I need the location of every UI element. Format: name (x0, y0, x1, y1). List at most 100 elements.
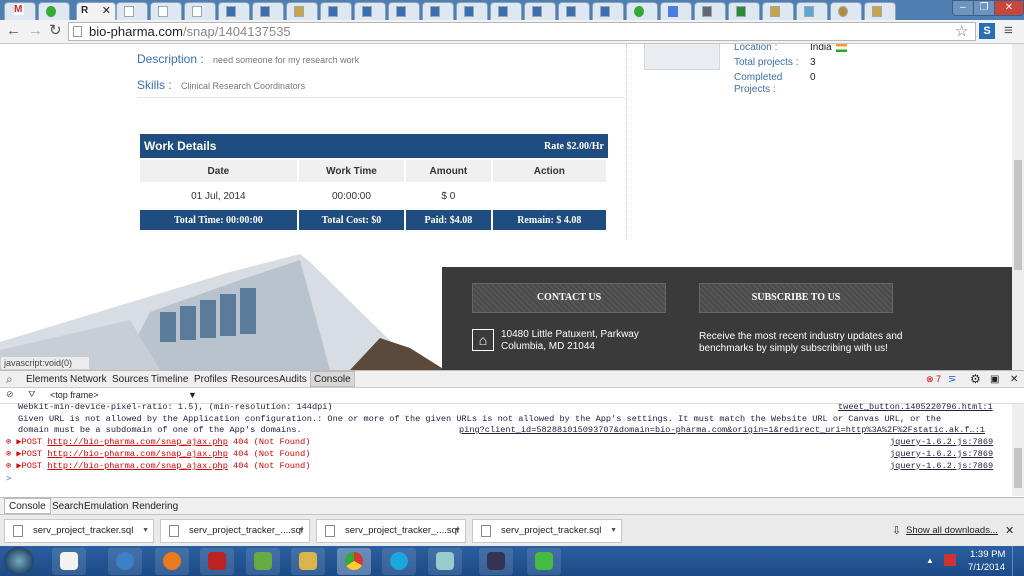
tab-green[interactable] (38, 2, 70, 20)
console-prompt[interactable]: > (0, 474, 1012, 484)
tab-elements[interactable]: Elements (26, 374, 68, 385)
source-link[interactable]: ping?client_id=582881015093707&domain=bi… (459, 425, 985, 435)
tab[interactable] (864, 2, 896, 20)
taskbar-app[interactable] (382, 548, 416, 575)
console-error-row[interactable]: ⊗ ▶POST http://bio-pharma.com/snap_ajax.… (0, 461, 1012, 471)
tab[interactable] (184, 2, 216, 20)
chevron-down-icon[interactable]: ▼ (142, 520, 149, 542)
tab[interactable] (150, 2, 182, 20)
taskbar-app[interactable] (527, 548, 561, 575)
back-icon[interactable]: ← (6, 22, 21, 39)
show-all-downloads-link[interactable]: Show all downloads... (906, 525, 998, 536)
tab[interactable] (626, 2, 658, 20)
taskbar-app[interactable] (155, 548, 189, 575)
tab[interactable] (320, 2, 352, 20)
chevron-down-icon[interactable]: ▼ (298, 520, 305, 542)
tab-active[interactable]: R ✕ (76, 2, 116, 20)
tab[interactable] (728, 2, 760, 20)
drawer-tab-search[interactable]: Search (52, 501, 84, 512)
tab[interactable] (592, 2, 624, 20)
tab[interactable] (524, 2, 556, 20)
taskbar-app[interactable] (479, 548, 513, 575)
console-error-row[interactable]: ⊗ ▶POST http://bio-pharma.com/snap_ajax.… (0, 449, 1012, 459)
contact-us-button[interactable]: CONTACT US (472, 283, 666, 313)
maximize-button[interactable]: ❐ (973, 0, 995, 16)
close-window-button[interactable]: ✕ (994, 0, 1024, 16)
close-devtools-icon[interactable]: ✕ (1010, 374, 1018, 385)
tab[interactable] (422, 2, 454, 20)
error-url[interactable]: http://bio-pharma.com/snap_ajax.php (47, 449, 228, 459)
reload-icon[interactable]: ↻ (49, 21, 62, 39)
clock-time[interactable]: 1:39 PM (970, 549, 1005, 560)
download-item[interactable]: serv_project_tracker.sql ▼ (4, 519, 154, 543)
download-item[interactable]: serv_project_tracker_....sql ▼ (160, 519, 310, 543)
tab-audits[interactable]: Audits (279, 374, 307, 385)
start-button[interactable] (4, 547, 34, 575)
chevron-down-icon[interactable]: ▼ (454, 520, 461, 542)
tab[interactable] (354, 2, 386, 20)
extension-icon[interactable]: S (979, 23, 995, 39)
drawer-tab-emulation[interactable]: Emulation (84, 501, 128, 512)
tab[interactable] (252, 2, 284, 20)
tab-gmail[interactable]: M (4, 2, 36, 20)
tab-timeline[interactable]: Timeline (151, 374, 188, 385)
taskbar-app[interactable] (291, 548, 325, 575)
search-icon[interactable]: ⌕ (6, 372, 13, 387)
tab[interactable] (694, 2, 726, 20)
drawer-tab-rendering[interactable]: Rendering (132, 501, 178, 512)
taskbar-app[interactable] (337, 548, 371, 575)
subscribe-button[interactable]: SUBSCRIBE TO US (699, 283, 893, 313)
close-download-bar-icon[interactable]: ✕ (1005, 524, 1014, 537)
tab[interactable] (796, 2, 828, 20)
page-scrollbar[interactable] (1012, 44, 1024, 370)
settings-gear-icon[interactable]: ⚙ (970, 372, 981, 386)
error-url[interactable]: http://bio-pharma.com/snap_ajax.php (47, 437, 228, 447)
minimize-button[interactable]: – (952, 0, 974, 16)
tab[interactable] (830, 2, 862, 20)
tab[interactable] (456, 2, 488, 20)
tray-flag-icon[interactable] (944, 554, 956, 566)
tab[interactable] (660, 2, 692, 20)
tab-sources[interactable]: Sources (112, 374, 149, 385)
tab[interactable] (762, 2, 794, 20)
taskbar-app[interactable] (246, 548, 280, 575)
filter-icon[interactable]: ⛛ (28, 389, 36, 400)
close-tab-icon[interactable]: ✕ (102, 4, 111, 17)
execution-context-icon[interactable]: ⋝ (948, 374, 956, 385)
drawer-tab-console[interactable]: Console (4, 498, 51, 514)
tab[interactable] (558, 2, 590, 20)
taskbar-app[interactable] (200, 548, 234, 575)
scrollbar-thumb[interactable] (1014, 160, 1022, 270)
taskbar-app[interactable] (108, 548, 142, 575)
dock-icon[interactable]: ▣ (990, 374, 999, 385)
source-link[interactable]: jquery-1.6.2.js:7869 (890, 437, 993, 447)
clear-console-icon[interactable]: ⊘ (6, 389, 14, 400)
error-count[interactable]: 7 (936, 374, 941, 384)
tab-profiles[interactable]: Profiles (194, 374, 227, 385)
tab[interactable] (490, 2, 522, 20)
tab[interactable] (116, 2, 148, 20)
scrollbar-thumb[interactable] (1014, 448, 1022, 488)
clock-date[interactable]: 7/1/2014 (968, 562, 1005, 573)
tab-console[interactable]: Console (310, 371, 355, 387)
address-input[interactable]: bio-pharma.com/snap/1404137535 (68, 22, 976, 41)
taskbar-app[interactable] (428, 548, 462, 575)
source-link[interactable]: jquery-1.6.2.js:7869 (890, 461, 993, 471)
forward-icon[interactable]: → (28, 22, 43, 39)
download-item[interactable]: serv_project_tracker.sql ▼ (472, 519, 622, 543)
source-link[interactable]: tweet_button.1405220796.html:1 (838, 402, 993, 412)
download-item[interactable]: serv_project_tracker_....sql ▼ (316, 519, 466, 543)
show-desktop-button[interactable] (1012, 546, 1024, 576)
tab-resources[interactable]: Resources (231, 374, 279, 385)
taskbar-app[interactable] (52, 548, 86, 575)
error-url[interactable]: http://bio-pharma.com/snap_ajax.php (47, 461, 228, 471)
tray-expand-icon[interactable]: ▲ (926, 556, 934, 565)
console-scrollbar[interactable] (1012, 404, 1024, 496)
error-count-icon[interactable]: ⊗ (926, 374, 934, 385)
console-error-row[interactable]: ⊗ ▶POST http://bio-pharma.com/snap_ajax.… (0, 437, 1012, 447)
source-link[interactable]: jquery-1.6.2.js:7869 (890, 449, 993, 459)
tab[interactable] (388, 2, 420, 20)
frame-select[interactable]: <top frame> ▼ (50, 390, 200, 400)
star-icon[interactable]: ☆ (955, 22, 968, 40)
tab-network[interactable]: Network (70, 374, 107, 385)
